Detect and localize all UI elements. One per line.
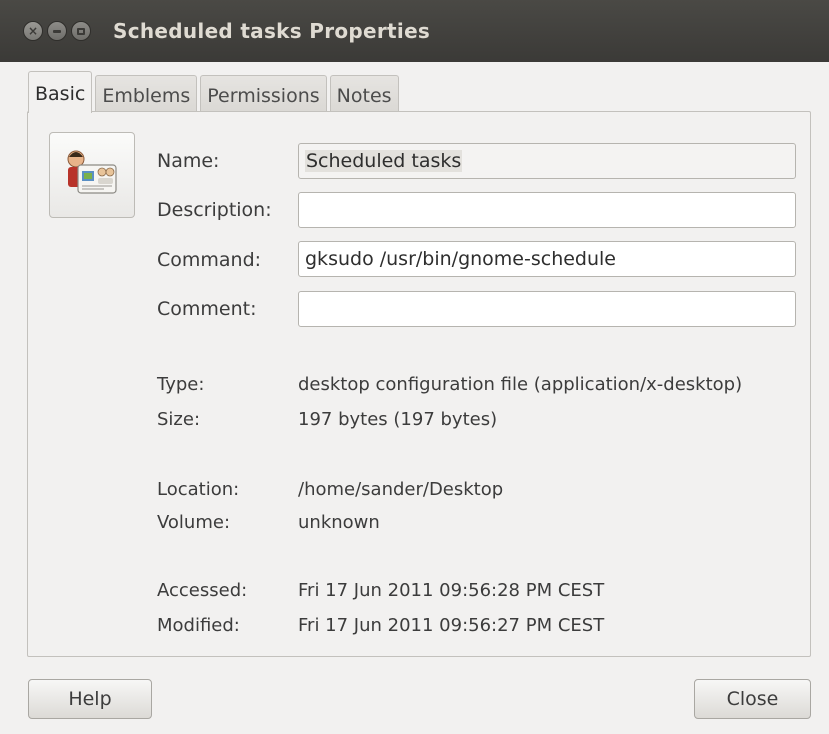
file-icon-button[interactable] xyxy=(49,132,135,218)
tab-basic[interactable]: Basic xyxy=(28,71,93,113)
volume-value: unknown xyxy=(298,512,380,533)
window-controls: × xyxy=(23,21,91,41)
comment-label: Comment: xyxy=(157,298,257,320)
title-bar: × Scheduled tasks Properties xyxy=(0,0,829,62)
schedule-app-icon xyxy=(67,150,117,194)
close-button[interactable]: Close xyxy=(694,679,811,719)
maximize-icon xyxy=(77,27,85,35)
help-button[interactable]: Help xyxy=(28,679,152,719)
tab-bar: Basic Emblems Permissions Notes xyxy=(28,71,402,113)
window-close-button[interactable]: × xyxy=(23,21,43,41)
minimize-icon xyxy=(53,29,61,33)
tab-notes[interactable]: Notes xyxy=(329,75,399,113)
accessed-value: Fri 17 Jun 2011 09:56:28 PM CEST xyxy=(298,580,605,601)
tab-emblems[interactable]: Emblems xyxy=(95,75,198,113)
location-value: /home/sander/Desktop xyxy=(298,479,504,500)
size-label: Size: xyxy=(157,409,201,430)
modified-value: Fri 17 Jun 2011 09:56:27 PM CEST xyxy=(298,615,605,636)
name-value: Scheduled tasks xyxy=(305,150,463,172)
description-label: Description: xyxy=(157,199,272,221)
tab-permissions[interactable]: Permissions xyxy=(200,75,327,113)
accessed-label: Accessed: xyxy=(157,580,248,601)
window-maximize-button[interactable] xyxy=(71,21,91,41)
type-label: Type: xyxy=(157,374,205,395)
command-field[interactable]: gksudo /usr/bin/gnome-schedule xyxy=(298,241,796,277)
close-icon: × xyxy=(27,24,39,38)
location-label: Location: xyxy=(157,479,240,500)
type-value: desktop configuration file (application/… xyxy=(298,374,743,395)
name-label: Name: xyxy=(157,150,220,172)
window-minimize-button[interactable] xyxy=(47,21,67,41)
comment-field[interactable] xyxy=(298,291,796,327)
size-value: 197 bytes (197 bytes) xyxy=(298,409,498,430)
description-field[interactable] xyxy=(298,192,796,228)
name-field[interactable]: Scheduled tasks xyxy=(298,143,796,179)
volume-label: Volume: xyxy=(157,512,231,533)
modified-label: Modified: xyxy=(157,615,240,636)
window-title: Scheduled tasks Properties xyxy=(113,19,431,43)
command-label: Command: xyxy=(157,249,262,271)
